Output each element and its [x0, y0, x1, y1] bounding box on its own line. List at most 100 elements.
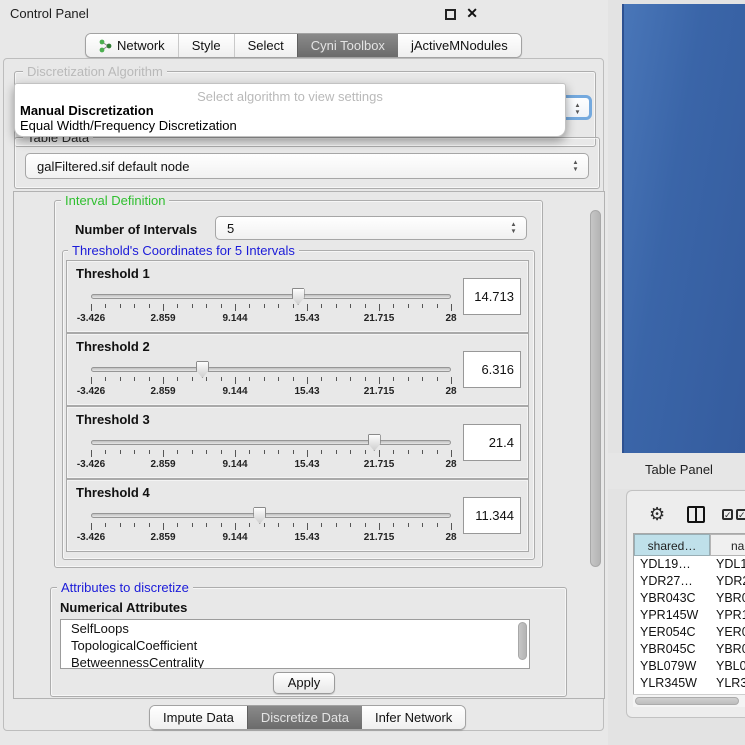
table-row[interactable]: YBR043CYBR0 [634, 590, 745, 607]
tab-label: jActiveMNodules [411, 34, 508, 58]
list-scrollbar-thumb[interactable] [518, 622, 527, 660]
table-data-combobox[interactable]: galFiltered.sif default node [25, 153, 589, 179]
slider-tick [379, 377, 380, 384]
slider-tick [336, 377, 337, 381]
column-header-shared-name[interactable]: shared… [634, 534, 710, 556]
cell-shared-name: YBR045C [640, 641, 710, 658]
slider-tick [321, 450, 322, 454]
threshold-slider-thumb[interactable] [253, 507, 266, 524]
slider-tick [91, 523, 92, 530]
algorithm-option-manual[interactable]: Manual Discretization [20, 103, 154, 118]
threshold-value-field[interactable]: 14.713 [463, 278, 521, 315]
algorithm-popup-hint: Select algorithm to view settings [15, 89, 565, 104]
threshold-value-field[interactable]: 6.316 [463, 351, 521, 388]
slider-tick [120, 450, 121, 454]
slider-tick-label: 2.859 [150, 532, 175, 543]
control-panel: Control Panel ✕ Network Style Select Cyni T… [0, 0, 608, 745]
slider-tick [134, 377, 135, 381]
checkbox-checked-icon[interactable]: ✓ [722, 509, 733, 520]
threshold-value-field[interactable]: 11.344 [463, 497, 521, 534]
threshold-slider-track[interactable] [91, 367, 451, 372]
checkbox-checked-icon[interactable]: ✓ [736, 509, 745, 520]
gear-icon[interactable]: ⚙ [649, 505, 665, 523]
slider-tick [293, 523, 294, 527]
slider-tick [105, 450, 106, 454]
bottom-tab-impute-data[interactable]: Impute Data [150, 706, 247, 729]
tab-cyni-toolbox[interactable]: Cyni Toolbox [297, 34, 398, 57]
slider-tick [307, 450, 308, 457]
slider-tick [120, 304, 121, 308]
slider-tick [264, 304, 265, 308]
table-row[interactable]: YDL19…YDL1 [634, 556, 745, 573]
slider-tick [192, 450, 193, 454]
discretization-algorithm-group-title: Discretization Algorithm [23, 65, 167, 78]
slider-tick-label: 15.43 [294, 386, 319, 397]
algorithm-dropdown-popup: Select algorithm to view settings Manual… [14, 83, 566, 137]
node-table[interactable]: shared…na YDL19…YDL1YDR27…YDR2YBR043CYBR… [633, 533, 745, 699]
threshold-slider-track[interactable] [91, 440, 451, 445]
slider-tick [408, 450, 409, 454]
slider-tick [105, 304, 106, 308]
table-panel-title: Table Panel [645, 462, 713, 477]
table-row[interactable]: YLR345WYLR3 [634, 675, 745, 692]
horizontal-scrollbar[interactable] [633, 694, 745, 707]
slider-tick [408, 377, 409, 381]
float-window-icon[interactable] [445, 9, 456, 20]
slider-tick [105, 523, 106, 527]
slider-tick [149, 523, 150, 527]
table-row[interactable]: YER054CYER0 [634, 624, 745, 641]
num-intervals-combobox[interactable]: 5 [215, 216, 527, 240]
slider-tick-label: -3.426 [77, 313, 105, 324]
slider-tick [278, 377, 279, 381]
tab-select[interactable]: Select [234, 34, 297, 57]
tab-label: Style [192, 34, 221, 58]
bottom-tab-discretize-data[interactable]: Discretize Data [247, 706, 362, 729]
numerical-attributes-list[interactable]: SelfLoopsTopologicalCoefficientBetweenne… [60, 619, 530, 669]
threshold-slider-thumb[interactable] [196, 361, 209, 378]
threshold-slider-thumb[interactable] [368, 434, 381, 451]
slider-tick [149, 377, 150, 381]
threshold-value-field[interactable]: 21.4 [463, 424, 521, 461]
table-row[interactable]: YDR27…YDR2 [634, 573, 745, 590]
table-data-value: galFiltered.sif default node [37, 154, 189, 179]
slider-tick [379, 523, 380, 530]
table-row[interactable]: YBR045CYBR0 [634, 641, 745, 658]
close-icon[interactable]: ✕ [466, 5, 478, 22]
control-panel-titlebar: Control Panel ✕ [0, 0, 608, 28]
threshold-slider-thumb[interactable] [292, 288, 305, 305]
threshold-slider-track[interactable] [91, 294, 451, 299]
slider-tick [163, 523, 164, 530]
slider-tick [422, 450, 423, 454]
table-row[interactable]: YPR145WYPR1 [634, 607, 745, 624]
attribute-list-item[interactable]: BetweennessCentrality [61, 654, 529, 669]
bottom-tab-infer-network[interactable]: Infer Network [362, 706, 465, 729]
table-row[interactable]: YBL079WYBL0 [634, 658, 745, 675]
slider-tick-label: 2.859 [150, 313, 175, 324]
cell-shared-name: YLR345W [640, 675, 710, 692]
slider-tick [120, 377, 121, 381]
threshold-slider-track[interactable] [91, 513, 451, 518]
attribute-list-item[interactable]: TopologicalCoefficient [61, 637, 529, 654]
cell-shared-name: YER054C [640, 624, 710, 641]
tab-network[interactable]: Network [86, 34, 178, 57]
vertical-scrollbar-thumb[interactable] [590, 210, 601, 567]
slider-tick-label: 28 [445, 313, 456, 324]
tab-label: Cyni Toolbox [311, 34, 385, 58]
tab-jactivemnodules[interactable]: jActiveMNodules [398, 34, 521, 57]
attribute-list-item[interactable]: SelfLoops [61, 620, 529, 637]
slider-tick [293, 450, 294, 454]
algorithm-option-equal-width[interactable]: Equal Width/Frequency Discretization [20, 118, 237, 133]
slider-tick-label: -3.426 [77, 386, 105, 397]
cell-shared-name: YDL19… [640, 556, 710, 573]
apply-button[interactable]: Apply [273, 672, 335, 694]
thresholds-group-title: Threshold's Coordinates for 5 Intervals [68, 244, 299, 257]
slider-tick [91, 304, 92, 311]
slider-tick [336, 450, 337, 454]
column-header-name[interactable]: na [710, 534, 745, 556]
control-panel-tabbar: Network Style Select Cyni Toolbox jActiveMNo… [85, 33, 522, 58]
slider-tick [221, 523, 222, 527]
split-pane-icon[interactable] [687, 506, 705, 523]
horizontal-scrollbar-thumb[interactable] [635, 697, 739, 705]
slider-tick [105, 377, 106, 381]
tab-style[interactable]: Style [178, 34, 234, 57]
